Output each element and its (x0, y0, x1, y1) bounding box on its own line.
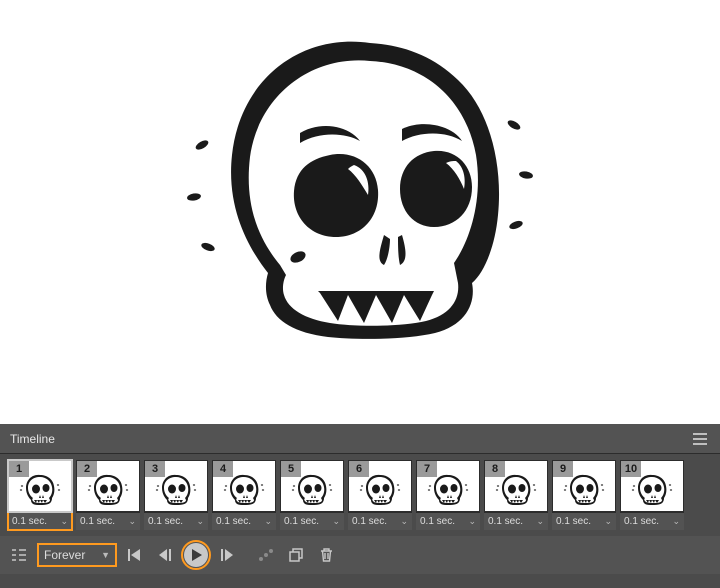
frame-delay-select[interactable]: 0.1 sec. ⌄ (212, 512, 276, 530)
frame-delay-select[interactable]: 0.1 sec. ⌄ (552, 512, 616, 530)
frame-delay-select[interactable]: 0.1 sec. ⌄ (348, 512, 412, 530)
frame[interactable]: 6 0.1 sec. ⌄ (348, 460, 412, 530)
panel-menu-button[interactable] (690, 429, 710, 449)
chevron-down-icon: ⌄ (536, 516, 544, 527)
next-frame-button[interactable] (216, 544, 238, 566)
first-frame-button[interactable] (124, 544, 146, 566)
chevron-down-icon: ⌄ (604, 516, 612, 527)
frame-thumbnail[interactable]: 7 (416, 460, 480, 512)
frame[interactable]: 7 0.1 sec. ⌄ (416, 460, 480, 530)
canvas-artwork (170, 25, 550, 365)
skull-artwork (170, 25, 550, 365)
frame-delay-label: 0.1 sec. (624, 516, 659, 527)
chevron-down-icon: ⌄ (128, 516, 136, 527)
frame-thumbnail[interactable]: 1 (8, 460, 72, 512)
frame-delay-label: 0.1 sec. (352, 516, 387, 527)
loop-mode-select[interactable]: Forever ▼ (38, 544, 116, 566)
app-root: Timeline 10.1 sec.⌄20.1 sec.⌄30.1 sec.⌄4… (0, 0, 720, 588)
chevron-down-icon: ⌄ (672, 516, 680, 527)
chevron-down-icon: ⌄ (400, 516, 408, 527)
frame[interactable]: 8 0.1 sec. ⌄ (484, 460, 548, 530)
timeline-header: Timeline (0, 424, 720, 454)
tween-button[interactable] (255, 544, 277, 566)
frame[interactable]: 3 0.1 sec. ⌄ (144, 460, 208, 530)
frame-delay-select[interactable]: 0.1 sec. ⌄ (620, 512, 684, 530)
frame[interactable]: 2 0.1 sec. ⌄ (76, 460, 140, 530)
frame-delay-label: 0.1 sec. (420, 516, 455, 527)
chevron-down-icon: ⌄ (196, 516, 204, 527)
timeline-title: Timeline (10, 432, 55, 446)
duplicate-frame-button[interactable] (285, 544, 307, 566)
timeline-toolbar: Forever ▼ (0, 536, 720, 574)
delete-frame-button[interactable] (315, 544, 337, 566)
chevron-down-icon: ⌄ (468, 516, 476, 527)
frame[interactable]: 10 0.1 sec. ⌄ (620, 460, 684, 530)
chevron-down-icon: ⌄ (332, 516, 340, 527)
frame-delay-select[interactable]: 0.1 sec. ⌄ (280, 512, 344, 530)
timeline-panel: Timeline 10.1 sec.⌄20.1 sec.⌄30.1 sec.⌄4… (0, 424, 720, 588)
frame-delay-select[interactable]: 0.1 sec. ⌄ (144, 512, 208, 530)
frame-thumbnail[interactable]: 8 (484, 460, 548, 512)
frame[interactable]: 1 0.1 sec. ⌄ (8, 460, 72, 530)
chevron-down-icon: ⌄ (60, 516, 68, 527)
frame-delay-select[interactable]: 0.1 sec. ⌄ (76, 512, 140, 530)
frame-delay-label: 0.1 sec. (148, 516, 183, 527)
frame-delay-select[interactable]: 0.1 sec. ⌄ (484, 512, 548, 530)
previous-frame-button[interactable] (154, 544, 176, 566)
frame-delay-label: 0.1 sec. (12, 516, 47, 527)
timeline-body: 1 0.1 sec. ⌄ 2 0.1 sec. ⌄ 3 0.1 sec. ⌄ 4 0.1 sec. ⌄… (0, 454, 720, 588)
frame-thumbnail[interactable]: 5 (280, 460, 344, 512)
frame-delay-label: 0.1 sec. (488, 516, 523, 527)
frame-thumbnail[interactable]: 3 (144, 460, 208, 512)
frame[interactable]: 4 0.1 sec. ⌄ (212, 460, 276, 530)
frame-delay-label: 0.1 sec. (80, 516, 115, 527)
play-button[interactable] (184, 543, 208, 567)
frame-thumbnail[interactable]: 6 (348, 460, 412, 512)
frame[interactable]: 9 0.1 sec. ⌄ (552, 460, 616, 530)
loop-mode-label: Forever (44, 548, 85, 562)
frame-delay-label: 0.1 sec. (216, 516, 251, 527)
convert-timeline-button[interactable] (8, 544, 30, 566)
frame-thumbnail[interactable]: 9 (552, 460, 616, 512)
frame-strip: 1 0.1 sec. ⌄ 2 0.1 sec. ⌄ 3 0.1 sec. ⌄ 4 0.1 sec. ⌄… (8, 460, 712, 530)
frame-thumbnail[interactable]: 4 (212, 460, 276, 512)
chevron-down-icon: ▼ (101, 550, 110, 560)
chevron-down-icon: ⌄ (264, 516, 272, 527)
frame-thumbnail[interactable]: 2 (76, 460, 140, 512)
frame-delay-select[interactable]: 0.1 sec. ⌄ (8, 512, 72, 530)
frame-thumbnail[interactable]: 10 (620, 460, 684, 512)
canvas-area[interactable] (0, 0, 720, 424)
frame[interactable]: 5 0.1 sec. ⌄ (280, 460, 344, 530)
frame-delay-select[interactable]: 0.1 sec. ⌄ (416, 512, 480, 530)
frame-delay-label: 0.1 sec. (284, 516, 319, 527)
frame-delay-label: 0.1 sec. (556, 516, 591, 527)
